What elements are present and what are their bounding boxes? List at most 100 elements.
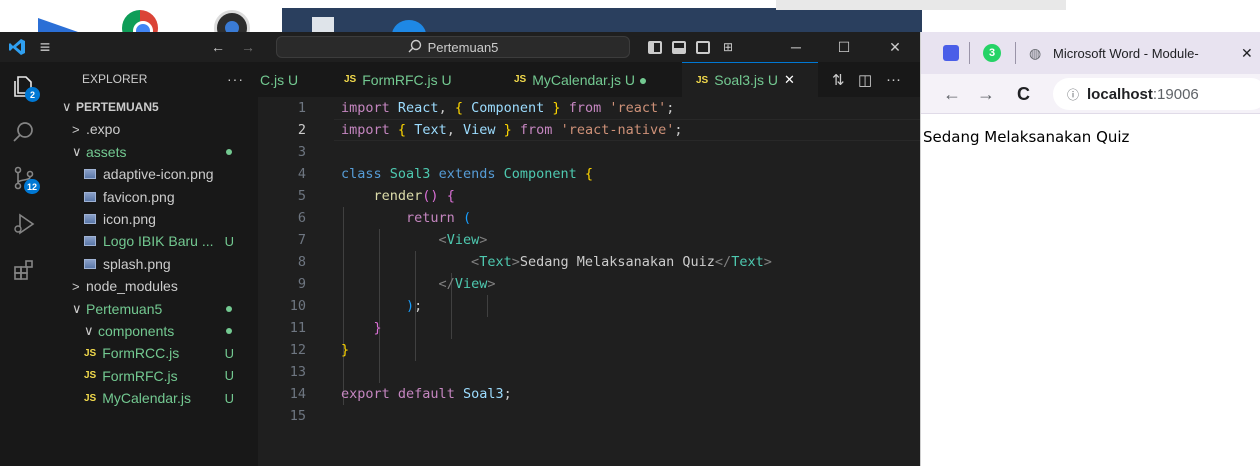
code-line[interactable]: 1 import React, { Component } from 'react… [258,97,920,119]
code-line[interactable]: 4 class Soal3 extends Component { [258,163,920,185]
tree-item[interactable]: ∨ assets [48,141,258,163]
search-icon [408,39,422,56]
image-file-icon [84,236,96,247]
tab-c-js[interactable]: C.js U [258,62,298,97]
arrow-right-icon[interactable]: → [236,32,260,62]
camera-taskbar-icon[interactable] [214,10,250,32]
toggle-secondary-sidebar-icon[interactable] [696,41,710,54]
code-line[interactable]: 10 ); [258,295,920,317]
tab-label: FormRFC.js U [362,71,452,88]
line-number: 13 [289,364,306,380]
untracked-flag: U [224,233,234,249]
tree-item[interactable]: ∨ Pertemuan5 [48,298,258,320]
tab-divider [1015,42,1016,64]
line-number: 2 [297,122,306,138]
customize-layout-icon[interactable]: ⊞ [716,32,740,62]
tree-item[interactable]: favicon.png [48,186,258,208]
tree-item-label: Logo IBIK Baru ... [103,233,214,250]
code-line[interactable]: 12} [258,339,920,361]
tree-item[interactable]: splash.png [48,253,258,275]
close-tab-icon[interactable]: ✕ [1241,32,1253,74]
code-line[interactable]: 5 render() { [258,185,920,207]
browser-window: 3 ◍ Microsoft Word - Module- ✕ ← → C ⓘ l… [920,32,1260,466]
code-line[interactable]: 11 } [258,317,920,339]
url-host: localhost [1087,85,1153,103]
file-taskbar-icon[interactable] [312,17,334,32]
maximize-icon[interactable]: ☐ [830,32,858,62]
line-number: 10 [289,298,306,314]
tree-item[interactable]: ∨ PERTEMUAN5 [48,96,258,118]
js-file-icon: JS [84,370,97,382]
tree-item-label: MyCalendar.js [102,390,191,407]
tree-item[interactable]: icon.png [48,208,258,230]
browser-tab-title[interactable]: Microsoft Word - Module- [1053,32,1239,74]
code-line[interactable]: 8 <Text>Sedang Melaksanakan Quiz</Text> [258,251,920,273]
toggle-primary-sidebar-icon[interactable] [648,41,662,54]
code-editor[interactable]: 1 import React, { Component } from 'react… [258,97,920,466]
run-debug-activity-icon[interactable] [0,202,48,246]
code-text: ); [406,298,423,314]
tree-item[interactable]: JS MyCalendar.js U [48,387,258,409]
explorer-activity-icon[interactable]: 2 [0,64,48,108]
code-text: <Text>Sedang Melaksanakan Quiz</Text> [471,254,772,270]
code-line[interactable]: 6 return ( [258,207,920,229]
js-file-icon: JS [84,392,97,404]
image-file-icon [84,191,96,202]
whatsapp-tab-icon[interactable]: 3 [983,44,1001,62]
tree-item-label: FormRCC.js [102,345,180,362]
info-icon[interactable]: ⓘ [1067,86,1079,103]
command-center-search[interactable]: Pertemuan5 [276,36,630,58]
address-bar[interactable]: ⓘ localhost:19006 [1053,78,1260,110]
code-line[interactable]: 3 [258,141,920,163]
url-port: :19006 [1152,85,1199,103]
line-number: 1 [297,100,306,116]
arrow-left-icon[interactable]: ← [206,32,230,62]
reload-icon[interactable]: C [1017,74,1030,114]
tree-item-label: components [98,323,175,339]
split-editor-icon[interactable]: ◫ [858,62,872,97]
code-line[interactable]: 9 </View> [258,273,920,295]
code-line[interactable]: 13 [258,361,920,383]
modified-dot [226,305,232,312]
vscode-logo-icon [0,32,34,62]
forward-icon[interactable]: → [977,74,995,114]
line-number: 12 [289,342,306,358]
tree-item[interactable]: Logo IBIK Baru ... U [48,230,258,252]
tree-item[interactable]: JS FormRCC.js U [48,342,258,364]
tab-divider [969,42,970,64]
explorer-more-actions[interactable]: ··· [227,62,244,96]
editor-more-actions[interactable]: ··· [886,62,901,97]
taskbar-app-icon[interactable] [38,18,78,32]
back-icon[interactable]: ← [943,74,961,114]
pocket-extension-icon[interactable] [943,45,959,61]
untracked-flag: U [224,390,234,406]
tree-item[interactable]: > .expo [48,118,258,140]
tree-item-label: favicon.png [103,188,175,205]
code-line[interactable]: 14 export default Soal3; [258,383,920,405]
tree-item[interactable]: ∨ components [48,320,258,342]
code-line[interactable]: 2 import { Text, View } from 'react-nativ… [258,119,920,141]
minimize-icon[interactable]: ─ [782,32,810,62]
tree-item[interactable]: JS FormRFC.js U [48,365,258,387]
code-line[interactable]: 15 [258,405,920,427]
tab-label: C.js U [260,71,299,88]
toggle-panel-icon[interactable] [672,41,686,54]
close-tab-icon[interactable]: ✕ [784,72,795,88]
chrome-taskbar-icon[interactable] [122,10,158,32]
tree-item[interactable]: > node_modules [48,275,258,297]
tree-item-label: splash.png [103,255,171,272]
tab-label: MyCalendar.js U ● [532,71,648,88]
tab-formrfc-js[interactable]: JS FormRFC.js U [344,62,452,97]
close-window-icon[interactable]: ✕ [880,32,910,62]
hamburger-menu-icon[interactable]: ≡ [30,32,60,62]
code-text: return ( [406,210,472,226]
compare-changes-icon[interactable]: ⇅ [832,62,845,97]
code-line[interactable]: 7 <View> [258,229,920,251]
source-control-activity-icon[interactable]: 12 [0,156,48,200]
tab-soal3-js[interactable]: JS Soal3.js U ✕ [682,62,818,97]
search-activity-icon[interactable] [0,110,48,154]
tree-item-label: adaptive-icon.png [103,166,214,183]
tab-mycalendar-js[interactable]: JS MyCalendar.js U ● [514,62,647,97]
extensions-activity-icon[interactable] [0,248,48,292]
tree-item[interactable]: adaptive-icon.png [48,163,258,185]
